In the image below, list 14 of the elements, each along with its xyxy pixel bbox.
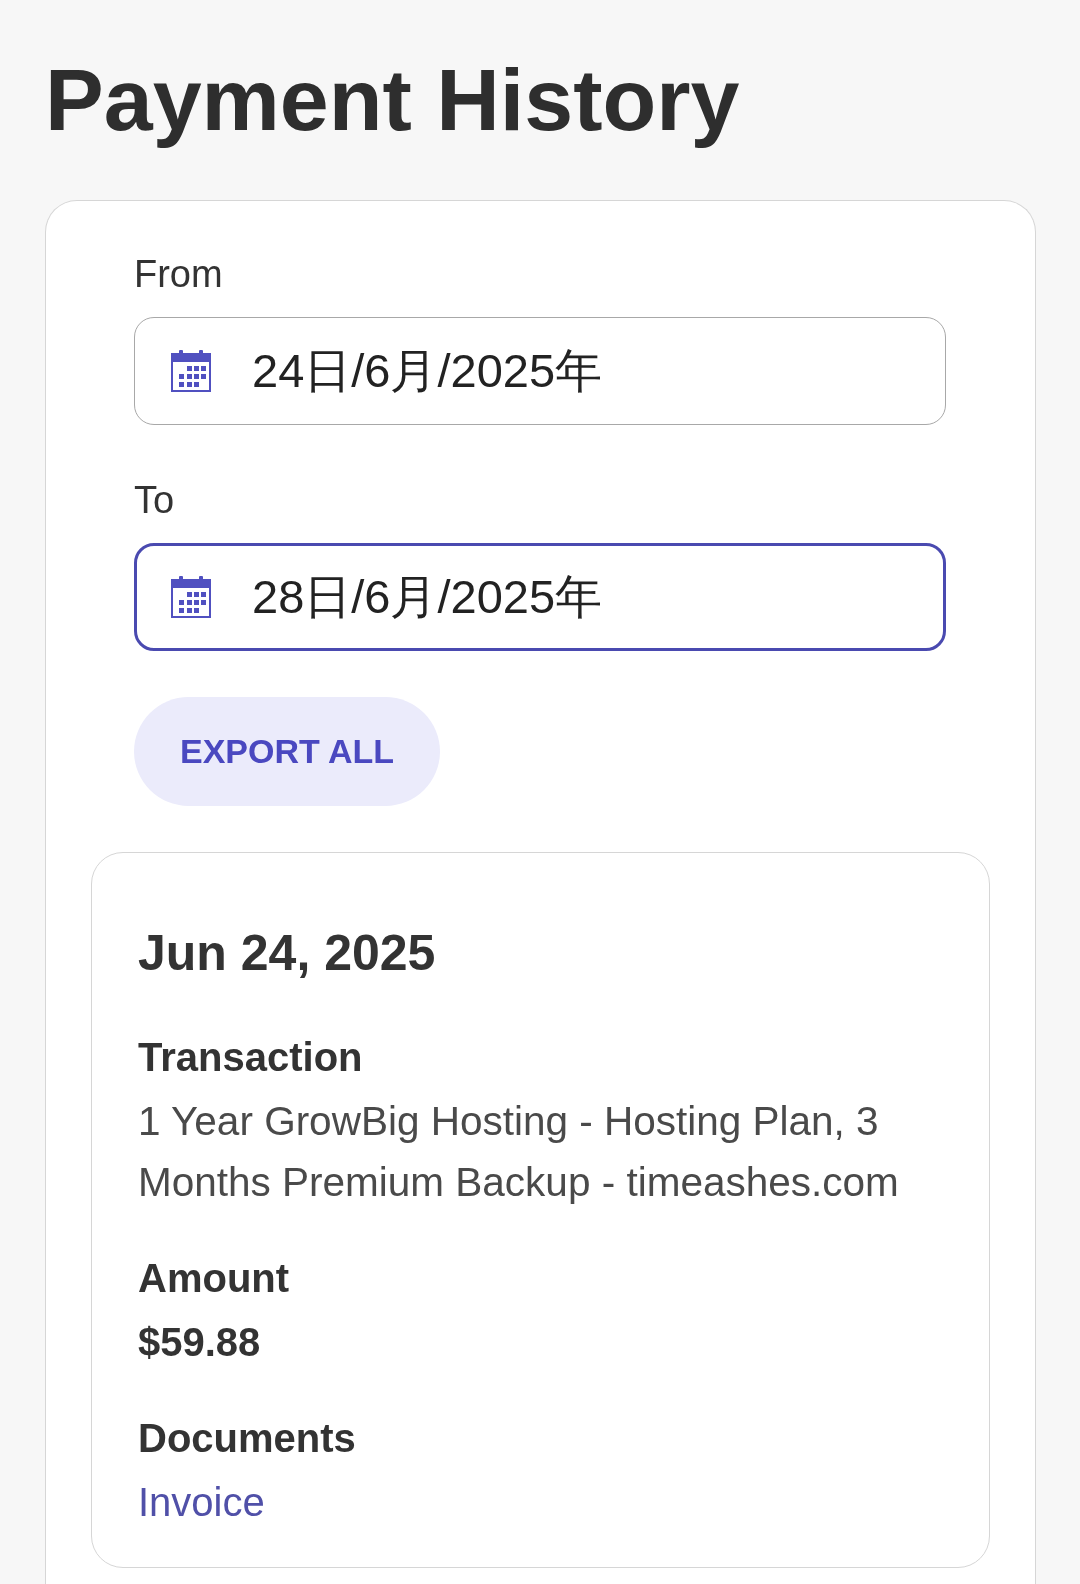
detail-label: Amount — [138, 1255, 290, 1302]
payment-date: Jun 24, 2025 — [138, 924, 436, 983]
date-field[interactable]: 24日/6月/2025年 — [134, 317, 946, 425]
transaction-description: 1 Year GrowBig Hosting - Hosting Plan, 3 Months Premium Backup - timeashes.com — [138, 1097, 900, 1207]
detail-label: Documents — [138, 1415, 356, 1462]
amount-value: $59.88 — [138, 1319, 261, 1366]
date-field[interactable]: 28日/6月/2025年 — [134, 543, 946, 651]
calendar-icon — [171, 576, 211, 618]
detail-label: Transaction — [138, 1034, 363, 1081]
export-all-button[interactable]: EXPORT ALL — [134, 697, 441, 806]
field-label: From — [134, 252, 223, 296]
calendar-icon — [171, 350, 211, 392]
field-label: To — [134, 478, 175, 522]
invoice-link[interactable]: Invoice — [138, 1478, 265, 1526]
